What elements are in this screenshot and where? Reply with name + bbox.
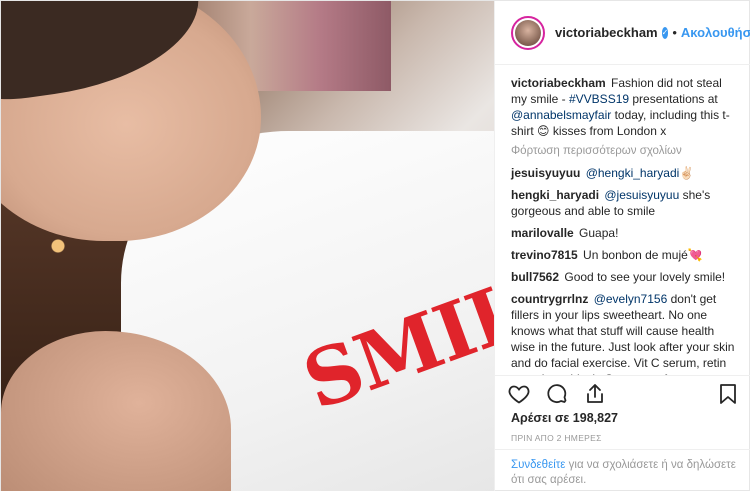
comment-username[interactable]: marilovalle xyxy=(511,226,574,240)
mention-link[interactable]: @evelyn7156 xyxy=(594,292,668,306)
comment-username[interactable]: countrygrrlnz xyxy=(511,292,588,306)
post-header: victoriabeckham ✓ • Ακολουθήστε xyxy=(495,1,750,65)
caption-username[interactable]: victoriabeckham xyxy=(511,76,606,90)
mention-link[interactable]: @jesuisyuyuu xyxy=(604,188,679,202)
follow-button[interactable]: Ακολουθήστε xyxy=(681,25,750,40)
comment-username[interactable]: jesuisyuyuu xyxy=(511,166,580,180)
comment-username[interactable]: hengki_haryadi xyxy=(511,188,599,202)
share-icon[interactable] xyxy=(583,382,607,406)
post-side-panel: victoriabeckham ✓ • Ακολουθήστε victoria… xyxy=(494,1,750,491)
comment-username[interactable]: bull7562 xyxy=(511,270,559,284)
separator-dot: • xyxy=(672,25,677,40)
load-more-comments-button[interactable]: Φόρτωση περισσότερων σχολίων xyxy=(511,145,736,157)
heart-icon[interactable] xyxy=(507,382,531,406)
comment: marilovalle Guapa! xyxy=(511,226,619,240)
bookmark-icon[interactable] xyxy=(716,382,740,406)
likes-count[interactable]: Αρέσει σε 198,827 xyxy=(511,411,618,425)
comment: countrygrrlnz @evelyn7156 don't get fill… xyxy=(511,292,735,375)
action-bar xyxy=(495,375,750,411)
comment: trevino7815 Un bonbon de mujé💘 xyxy=(511,248,703,262)
mention-link[interactable]: @annabelsmayfair xyxy=(511,108,611,122)
instagram-post: SMIL victoriabeckham ✓ • Ακολουθήστε vic… xyxy=(0,0,750,491)
comment: bull7562 Good to see your lovely smile! xyxy=(511,270,726,284)
post-timestamp: ΠΡΙΝ ΑΠΟ 2 ΗΜΕΡΕΣ xyxy=(511,433,602,443)
comment-username[interactable]: trevino7815 xyxy=(511,248,578,262)
hashtag-link[interactable]: #VVBSS19 xyxy=(569,92,629,106)
header-username[interactable]: victoriabeckham xyxy=(555,25,658,40)
mention-link[interactable]: @hengki_haryadi xyxy=(586,166,680,180)
avatar[interactable] xyxy=(511,15,545,50)
verified-badge-icon: ✓ xyxy=(661,26,669,39)
comment: jesuisyuyuu @hengki_haryadi✌🏻 xyxy=(511,166,695,180)
login-prompt: Συνδεθείτε για να σχολιάσετε ή να δηλώσε… xyxy=(495,449,750,491)
login-link[interactable]: Συνδεθείτε xyxy=(511,459,565,471)
caption: victoriabeckham Fashion did not steal my… xyxy=(511,76,730,138)
comment: hengki_haryadi @jesuisyuyuu she's gorgeo… xyxy=(511,188,711,218)
comment-icon[interactable] xyxy=(545,382,569,406)
comments-list[interactable]: victoriabeckham Fashion did not steal my… xyxy=(495,65,750,375)
post-photo[interactable]: SMIL xyxy=(1,1,494,491)
